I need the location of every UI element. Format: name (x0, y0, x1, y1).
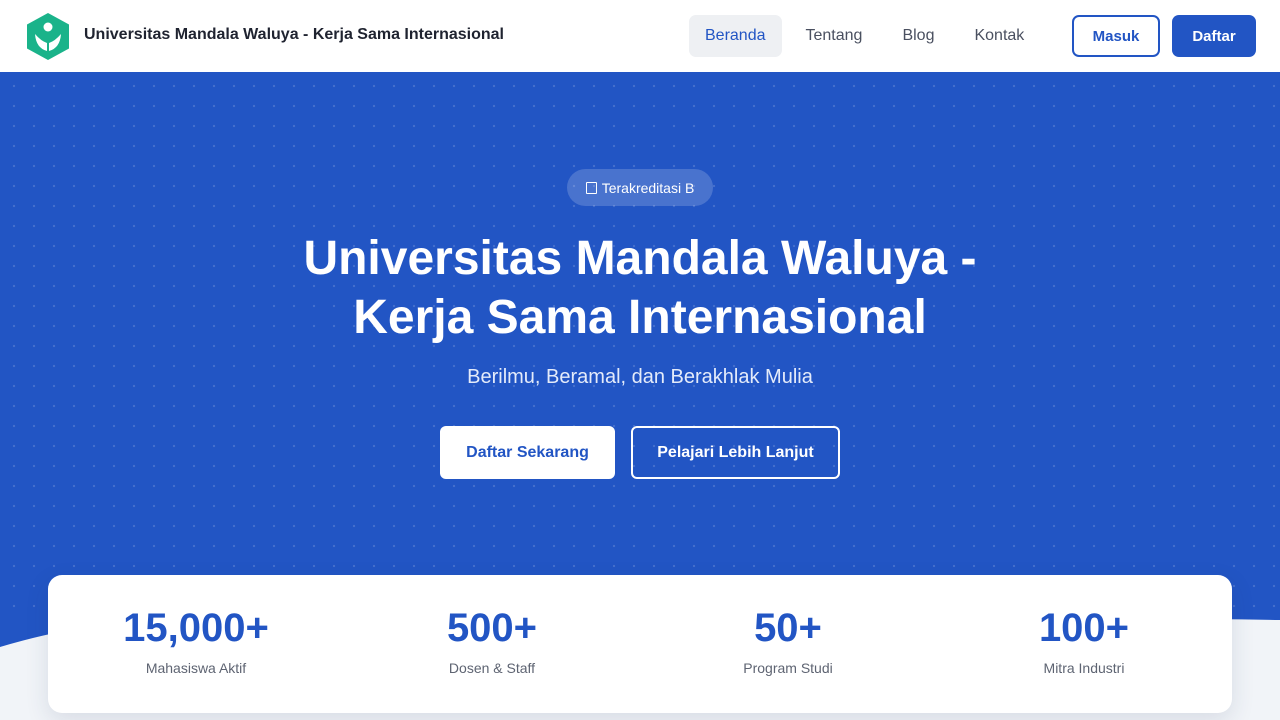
stat-item: 15,000+ Mahasiswa Aktif (48, 575, 344, 713)
hero-subtitle: Berilmu, Beramal, dan Berakhlak Mulia (467, 366, 813, 388)
hero-title-line-2: Kerja Sama Internasional (353, 291, 927, 344)
stat-value: 15,000+ (123, 606, 269, 650)
site-header: Universitas Mandala Waluya - Kerja Sama … (0, 0, 1280, 72)
stats-card: 15,000+ Mahasiswa Aktif 500+ Dosen & Sta… (48, 575, 1232, 713)
learn-more-button[interactable]: Pelajari Lebih Lanjut (631, 426, 840, 479)
nav-item-tentang[interactable]: Tentang (790, 15, 879, 57)
stat-label: Program Studi (743, 660, 833, 676)
nav-item-beranda[interactable]: Beranda (689, 15, 782, 57)
nav-item-kontak[interactable]: Kontak (958, 15, 1040, 57)
stat-label: Mitra Industri (1043, 660, 1125, 676)
document-icon (585, 181, 597, 194)
stat-label: Dosen & Staff (448, 660, 536, 676)
stat-item: 50+ Program Studi (640, 575, 936, 713)
shield-person-icon[interactable] (25, 12, 71, 61)
stat-value: 500+ (446, 606, 538, 650)
stat-value: 50+ (754, 606, 822, 650)
main-nav: Beranda Tentang Blog Kontak (689, 15, 1048, 57)
hero-title-line-1: Universitas Mandala Waluya - (303, 232, 977, 285)
nav-item-blog[interactable]: Blog (886, 15, 950, 57)
register-now-button[interactable]: Daftar Sekarang (440, 426, 615, 479)
accreditation-badge: Terakreditasi B (567, 169, 713, 206)
accreditation-badge-text: Terakreditasi B (601, 179, 695, 196)
login-button[interactable]: Masuk (1072, 15, 1160, 57)
register-button[interactable]: Daftar (1172, 15, 1256, 57)
stat-label: Mahasiswa Aktif (145, 660, 247, 676)
stat-item: 100+ Mitra Industri (936, 575, 1232, 713)
stat-item: 500+ Dosen & Staff (344, 575, 640, 713)
stat-value: 100+ (1038, 606, 1130, 650)
hero-title: Universitas Mandala Waluya - Kerja Sama … (240, 229, 1040, 347)
site-brand[interactable]: Universitas Mandala Waluya - Kerja Sama … (84, 26, 504, 44)
